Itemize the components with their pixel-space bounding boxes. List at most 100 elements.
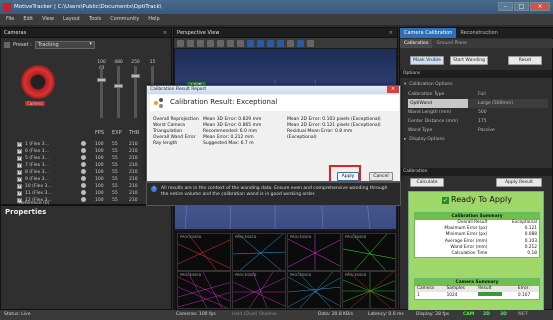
calibration-options-group[interactable]: ▾ Calibration Options bbox=[404, 80, 544, 89]
camera-exp-value[interactable]: 55 bbox=[112, 149, 118, 154]
view-icon[interactable] bbox=[237, 39, 244, 47]
tab-calibration[interactable]: Calibration bbox=[400, 39, 433, 48]
camera-fps-value[interactable]: 100 bbox=[95, 163, 104, 168]
option-value[interactable]: Large (500mm) bbox=[468, 99, 513, 108]
list-icon[interactable] bbox=[4, 42, 10, 48]
camera-exp-value[interactable]: 55 bbox=[112, 184, 118, 189]
mask-visible-button[interactable]: Mask Visible bbox=[410, 56, 444, 65]
camera-enabled-checkbox[interactable] bbox=[17, 155, 22, 161]
menu-edit[interactable]: Edit bbox=[23, 14, 33, 25]
grid-icon[interactable] bbox=[177, 39, 184, 47]
camera-thumbnail[interactable]: PROCESSED bbox=[232, 271, 286, 309]
camera-exp-value[interactable]: 55 bbox=[112, 163, 118, 168]
layout-2-icon[interactable] bbox=[257, 39, 264, 47]
pin-icon[interactable] bbox=[297, 39, 304, 47]
camera-fps-value[interactable]: 100 bbox=[95, 170, 104, 175]
option-value[interactable]: Full bbox=[468, 90, 486, 99]
tab-reconstruction[interactable]: Reconstruction bbox=[456, 28, 501, 38]
camera-enabled-checkbox[interactable] bbox=[17, 162, 22, 168]
camera-fps-value[interactable]: 100 bbox=[95, 177, 104, 182]
layout-4-icon[interactable] bbox=[277, 39, 284, 47]
layout-3-icon[interactable] bbox=[267, 39, 274, 47]
menu-help[interactable]: Help bbox=[148, 14, 159, 25]
reset-button[interactable]: Reset bbox=[508, 56, 542, 65]
camera-thr-value[interactable]: 210 bbox=[129, 177, 138, 182]
camera-exp-value[interactable]: 55 bbox=[112, 170, 118, 175]
camera-thr-value[interactable]: 210 bbox=[129, 156, 138, 161]
camera-thumbnail[interactable]: PROCESSED bbox=[177, 271, 231, 309]
camera-enabled-checkbox[interactable] bbox=[17, 141, 22, 147]
rays-icon[interactable] bbox=[207, 39, 214, 47]
option-value[interactable]: 500 bbox=[468, 108, 487, 117]
menu-view[interactable]: View bbox=[42, 14, 54, 25]
camera-enabled-checkbox[interactable] bbox=[17, 176, 22, 182]
thr-slider[interactable] bbox=[131, 66, 140, 118]
camera-thr-value[interactable]: 210 bbox=[129, 142, 138, 147]
camera-exp-value[interactable]: 55 bbox=[112, 198, 118, 203]
camera-fps-value[interactable]: 100 bbox=[95, 156, 104, 161]
display-options-group[interactable]: ▸ Display Options bbox=[404, 135, 544, 144]
camera-thumbnail[interactable]: PROCESSED bbox=[232, 233, 286, 271]
camera-thumbnail[interactable]: PROCESSED bbox=[287, 271, 341, 309]
menu-community[interactable]: Community bbox=[110, 14, 139, 25]
camera-thumbnail[interactable]: PROCESSED bbox=[177, 233, 231, 271]
camera-thumbnail[interactable]: PROCESSED bbox=[342, 233, 396, 271]
camera-enabled-checkbox[interactable] bbox=[17, 183, 22, 189]
camera-exp-value[interactable]: 55 bbox=[112, 156, 118, 161]
close-icon[interactable]: × bbox=[389, 28, 393, 38]
camera-fps-value[interactable]: 100 bbox=[95, 184, 104, 189]
close-icon[interactable]: × bbox=[163, 28, 167, 38]
camera-enabled-checkbox[interactable] bbox=[17, 190, 22, 196]
axis-icon[interactable] bbox=[187, 39, 194, 47]
menu-layout[interactable]: Layout bbox=[63, 14, 80, 25]
cancel-button[interactable]: Cancel bbox=[369, 172, 393, 181]
tab-camera-calibration[interactable]: Camera Calibration bbox=[400, 28, 457, 38]
close-icon[interactable]: × bbox=[530, 2, 550, 11]
gear-icon[interactable] bbox=[227, 39, 234, 47]
camera-fps-value[interactable]: 100 bbox=[95, 142, 104, 147]
maximize-icon[interactable]: □ bbox=[514, 2, 529, 11]
camera-exp-value[interactable]: 55 bbox=[112, 177, 118, 182]
menu-file[interactable]: File bbox=[6, 14, 14, 25]
option-value[interactable]: 175 bbox=[468, 117, 487, 126]
menu-tools[interactable]: Tools bbox=[89, 14, 101, 25]
thr-slider-knob[interactable] bbox=[131, 74, 140, 78]
camera-thr-value[interactable]: 210 bbox=[129, 198, 138, 203]
camera-thr-value[interactable]: 210 bbox=[129, 170, 138, 175]
camera-fps-value[interactable]: 100 bbox=[95, 198, 104, 203]
camera-enabled-checkbox[interactable] bbox=[17, 169, 22, 175]
fps-slider-knob[interactable] bbox=[97, 78, 106, 82]
markers-icon[interactable] bbox=[197, 39, 204, 47]
layout-1-icon[interactable] bbox=[247, 39, 254, 47]
option-row[interactable]: Wand Type Passive bbox=[408, 126, 548, 135]
calculate-button[interactable]: Calculate bbox=[410, 178, 444, 187]
option-row[interactable]: Center Distance (mm) 175 bbox=[408, 117, 548, 126]
camera-fps-value[interactable]: 100 bbox=[95, 149, 104, 154]
option-row[interactable]: Wand Length (mm) 500 bbox=[408, 108, 548, 117]
camera-thr-value[interactable]: 210 bbox=[129, 163, 138, 168]
exp-slider-knob[interactable] bbox=[114, 84, 123, 88]
wrench-icon[interactable] bbox=[307, 39, 314, 47]
camera-thr-value[interactable]: 210 bbox=[129, 149, 138, 154]
eye-icon[interactable] bbox=[287, 39, 294, 47]
exp-slider[interactable] bbox=[114, 66, 123, 118]
option-row[interactable]: Calibration Type Full bbox=[408, 90, 548, 99]
close-icon[interactable]: × bbox=[387, 86, 399, 93]
camera-exp-value[interactable]: 55 bbox=[112, 142, 118, 147]
camera-thr-value[interactable]: 210 bbox=[129, 184, 138, 189]
option-value[interactable]: Passive bbox=[468, 126, 495, 135]
fps-slider[interactable] bbox=[97, 66, 106, 118]
camera-thumbnail[interactable]: PROCESSED bbox=[287, 233, 341, 271]
start-wanding-button[interactable]: Start Wanding bbox=[450, 56, 488, 65]
camera-thumbnail[interactable]: PROCESSED bbox=[342, 271, 396, 309]
tab-ground-plane[interactable]: Ground Plane bbox=[432, 39, 470, 48]
preset-dropdown[interactable]: Tracking bbox=[34, 41, 95, 49]
apply-result-button[interactable]: Apply Result bbox=[496, 178, 542, 187]
camera-exp-value[interactable]: 55 bbox=[112, 191, 118, 196]
minimize-icon[interactable]: – bbox=[498, 2, 513, 11]
option-row[interactable]: OptiWand Large (500mm) bbox=[408, 99, 548, 108]
camera-enabled-checkbox[interactable] bbox=[17, 148, 22, 154]
camera-frustum-icon[interactable] bbox=[217, 39, 224, 47]
camera-thr-value[interactable]: 210 bbox=[129, 191, 138, 196]
camera-fps-value[interactable]: 100 bbox=[95, 191, 104, 196]
